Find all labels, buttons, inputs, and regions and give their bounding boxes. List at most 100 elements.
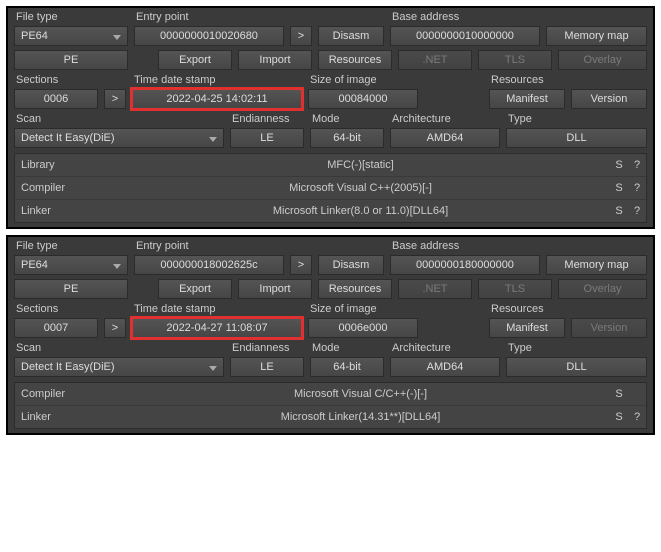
disasm-button[interactable]: Disasm bbox=[318, 26, 384, 46]
entry-point-label: Entry point bbox=[134, 240, 284, 253]
result-row: Linker Microsoft Linker(14.31**)[DLL64] … bbox=[15, 406, 646, 428]
memory-map-button[interactable]: Memory map bbox=[546, 255, 647, 275]
result-help-button[interactable]: ? bbox=[628, 159, 646, 171]
scan-label: Scan bbox=[14, 342, 224, 355]
entry-point-goto-button[interactable]: > bbox=[290, 26, 312, 46]
net-button: .NET bbox=[398, 279, 472, 299]
pe-button[interactable]: PE bbox=[14, 279, 128, 299]
result-s-button[interactable]: S bbox=[610, 205, 628, 217]
import-button[interactable]: Import bbox=[238, 50, 312, 70]
file-type-select[interactable]: PE64 bbox=[14, 26, 128, 46]
pe-button[interactable]: PE bbox=[14, 50, 128, 70]
resources-button[interactable]: Resources bbox=[318, 279, 392, 299]
base-address-field[interactable]: 0000000180000000 bbox=[390, 255, 540, 275]
scan-results: Compiler Microsoft Visual C/C++(-)[-] S … bbox=[14, 382, 647, 429]
endianness-label: Endianness bbox=[230, 342, 304, 355]
file-type-label: File type bbox=[14, 11, 128, 24]
sections-field[interactable]: 0006 bbox=[14, 89, 98, 109]
result-help-button[interactable]: ? bbox=[628, 205, 646, 217]
result-value: Microsoft Visual C++(2005)[-] bbox=[111, 182, 610, 194]
result-help-button[interactable]: ? bbox=[628, 411, 646, 423]
overlay-button: Overlay bbox=[558, 279, 647, 299]
result-value: Microsoft Linker(14.31**)[DLL64] bbox=[111, 411, 610, 423]
result-value: Microsoft Linker(8.0 or 11.0)[DLL64] bbox=[111, 205, 610, 217]
size-of-image-field[interactable]: 0006e000 bbox=[308, 318, 418, 338]
result-s-button[interactable]: S bbox=[610, 182, 628, 194]
endianness-label: Endianness bbox=[230, 113, 304, 126]
file-type-label: File type bbox=[14, 240, 128, 253]
result-row: Library MFC(-)[static] S ? bbox=[15, 154, 646, 177]
base-address-label: Base address bbox=[390, 11, 540, 24]
mode-button[interactable]: 64-bit bbox=[310, 357, 384, 377]
pe-info-panel: File type PE64 Entry point 0000000010020… bbox=[6, 6, 655, 229]
entry-point-field[interactable]: 000000018002625c bbox=[134, 255, 284, 275]
time-date-stamp-label: Time date stamp bbox=[132, 303, 302, 316]
resources-label: Resources bbox=[489, 74, 565, 87]
result-row: Compiler Microsoft Visual C++(2005)[-] S… bbox=[15, 177, 646, 200]
result-row: Linker Microsoft Linker(8.0 or 11.0)[DLL… bbox=[15, 200, 646, 222]
architecture-button[interactable]: AMD64 bbox=[390, 357, 500, 377]
size-of-image-field[interactable]: 00084000 bbox=[308, 89, 418, 109]
result-kind: Library bbox=[15, 159, 111, 171]
architecture-button[interactable]: AMD64 bbox=[390, 128, 500, 148]
file-type-select[interactable]: PE64 bbox=[14, 255, 128, 275]
import-button[interactable]: Import bbox=[238, 279, 312, 299]
sections-goto-button[interactable]: > bbox=[104, 89, 126, 109]
result-kind: Compiler bbox=[15, 182, 111, 194]
type-label: Type bbox=[506, 113, 647, 126]
entry-point-goto-button[interactable]: > bbox=[290, 255, 312, 275]
time-date-stamp-field[interactable]: 2022-04-25 14:02:11 bbox=[132, 89, 302, 109]
tls-button: TLS bbox=[478, 50, 552, 70]
size-of-image-label: Size of image bbox=[308, 74, 418, 87]
scan-select[interactable]: Detect It Easy(DiE) bbox=[14, 128, 224, 148]
result-kind: Linker bbox=[15, 205, 111, 217]
result-row: Compiler Microsoft Visual C/C++(-)[-] S bbox=[15, 383, 646, 406]
export-button[interactable]: Export bbox=[158, 279, 232, 299]
memory-map-button[interactable]: Memory map bbox=[546, 26, 647, 46]
time-date-stamp-field[interactable]: 2022-04-27 11:08:07 bbox=[132, 318, 302, 338]
result-value: MFC(-)[static] bbox=[111, 159, 610, 171]
sections-label: Sections bbox=[14, 303, 98, 316]
architecture-label: Architecture bbox=[390, 342, 500, 355]
disasm-button[interactable]: Disasm bbox=[318, 255, 384, 275]
result-kind: Compiler bbox=[15, 388, 111, 400]
size-of-image-label: Size of image bbox=[308, 303, 418, 316]
resources-button[interactable]: Resources bbox=[318, 50, 392, 70]
sections-field[interactable]: 0007 bbox=[14, 318, 98, 338]
net-button: .NET bbox=[398, 50, 472, 70]
sections-label: Sections bbox=[14, 74, 98, 87]
type-button[interactable]: DLL bbox=[506, 357, 647, 377]
manifest-button[interactable]: Manifest bbox=[489, 318, 565, 338]
endianness-button[interactable]: LE bbox=[230, 128, 304, 148]
time-date-stamp-label: Time date stamp bbox=[132, 74, 302, 87]
version-button[interactable]: Version bbox=[571, 89, 647, 109]
sections-goto-button[interactable]: > bbox=[104, 318, 126, 338]
scan-results: Library MFC(-)[static] S ? Compiler Micr… bbox=[14, 153, 647, 223]
entry-point-field[interactable]: 0000000010020680 bbox=[134, 26, 284, 46]
resources-label: Resources bbox=[489, 303, 565, 316]
scan-label: Scan bbox=[14, 113, 224, 126]
mode-button[interactable]: 64-bit bbox=[310, 128, 384, 148]
entry-point-label: Entry point bbox=[134, 11, 284, 24]
result-kind: Linker bbox=[15, 411, 111, 423]
pe-info-panel: File type PE64 Entry point 0000000180026… bbox=[6, 235, 655, 435]
base-address-field[interactable]: 0000000010000000 bbox=[390, 26, 540, 46]
scan-select[interactable]: Detect It Easy(DiE) bbox=[14, 357, 224, 377]
mode-label: Mode bbox=[310, 342, 384, 355]
tls-button: TLS bbox=[478, 279, 552, 299]
manifest-button[interactable]: Manifest bbox=[489, 89, 565, 109]
result-s-button[interactable]: S bbox=[610, 411, 628, 423]
endianness-button[interactable]: LE bbox=[230, 357, 304, 377]
version-button: Version bbox=[571, 318, 647, 338]
result-s-button[interactable]: S bbox=[610, 159, 628, 171]
result-help-button[interactable]: ? bbox=[628, 182, 646, 194]
overlay-button: Overlay bbox=[558, 50, 647, 70]
export-button[interactable]: Export bbox=[158, 50, 232, 70]
result-s-button[interactable]: S bbox=[610, 388, 628, 400]
architecture-label: Architecture bbox=[390, 113, 500, 126]
result-value: Microsoft Visual C/C++(-)[-] bbox=[111, 388, 610, 400]
type-label: Type bbox=[506, 342, 647, 355]
type-button[interactable]: DLL bbox=[506, 128, 647, 148]
base-address-label: Base address bbox=[390, 240, 540, 253]
mode-label: Mode bbox=[310, 113, 384, 126]
